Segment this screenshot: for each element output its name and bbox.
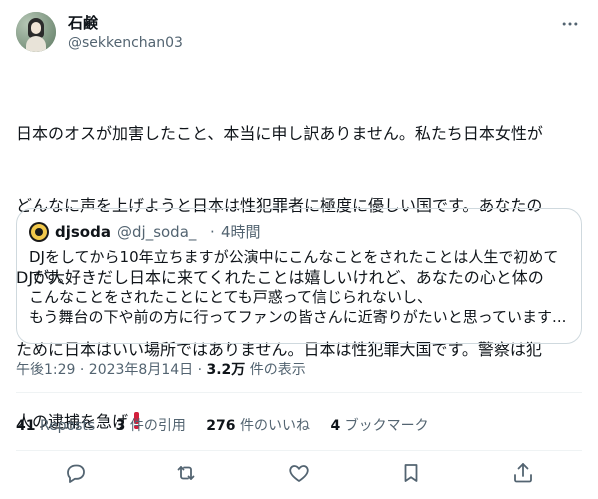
quotes-stat[interactable]: 3 件の引用 [116, 416, 186, 436]
author-name[interactable]: 石鹸 [68, 14, 98, 32]
divider [16, 392, 582, 393]
avatar-center [35, 228, 43, 236]
quoted-text: DJをしてから10年立ちますが公演中にこんなことをされたことは人生で初めて です… [29, 247, 569, 327]
tweet-header: 石鹸 @sekkenchan03 [16, 12, 582, 56]
reposts-count: 41 [16, 418, 36, 434]
quoted-text-line: です。 [29, 268, 73, 286]
likes-stat[interactable]: 276 件のいいね [206, 416, 310, 436]
quoted-text-line: こんなことをされたことにとても戸惑って信じられないし、 [29, 288, 433, 306]
divider [16, 450, 582, 451]
reposts-stat[interactable]: 41 Reposts [16, 416, 95, 436]
author-handle[interactable]: @sekkenchan03 [68, 34, 183, 52]
quoted-text-line: DJをしてから10年立ちますが公演中にこんなことをされたことは人生で初めて [29, 248, 559, 266]
reply-icon[interactable] [64, 461, 88, 485]
action-bar [16, 458, 582, 488]
like-icon[interactable] [287, 461, 311, 485]
quotes-label: 件の引用 [129, 418, 186, 434]
quoted-author-handle[interactable]: @dj_soda_ [117, 222, 196, 242]
quoted-author-avatar[interactable] [29, 222, 49, 242]
repost-icon[interactable] [174, 461, 198, 485]
avatar-face [31, 22, 41, 34]
avatar-body [26, 36, 46, 52]
more-options-icon[interactable] [560, 14, 580, 34]
bookmark-icon[interactable] [399, 461, 423, 485]
quoted-separator: · [210, 223, 215, 241]
views-count: 3.2万 [206, 362, 246, 378]
tweet-timestamp[interactable]: 午後1:29 · 2023年8月14日 · [16, 362, 207, 378]
bookmarks-count: 4 [330, 418, 341, 434]
likes-count: 276 [206, 418, 236, 434]
quotes-count: 3 [115, 418, 126, 434]
bookmarks-stat[interactable]: 4 ブックマーク [330, 416, 428, 436]
tweet-text-line: 日本のオスが加害したこと、本当に申し訳ありません。私たち日本女性が [16, 124, 543, 143]
share-icon[interactable] [511, 461, 535, 485]
quoted-text-line: もう舞台の下や前の方に行ってファンの皆さんに近寄りがたいと思っています... [29, 308, 567, 326]
likes-label: 件のいいね [239, 418, 310, 434]
bookmarks-label: ブックマーク [344, 418, 429, 434]
quoted-tweet[interactable]: djsoda @dj_soda_ · 4時間 DJをしてから10年立ちますが公演… [16, 208, 582, 344]
quoted-author-name[interactable]: djsoda [55, 222, 111, 242]
engagement-stats: 41 Reposts 3 件の引用 276 件のいいね 4 ブックマーク [16, 416, 445, 436]
quoted-timestamp[interactable]: 4時間 [221, 222, 261, 242]
views-label: 件の表示 [245, 362, 306, 378]
author-avatar[interactable] [16, 12, 56, 52]
tweet-meta: 午後1:29 · 2023年8月14日 · 3.2万 件の表示 [16, 360, 306, 380]
reposts-label: Reposts [39, 418, 96, 434]
